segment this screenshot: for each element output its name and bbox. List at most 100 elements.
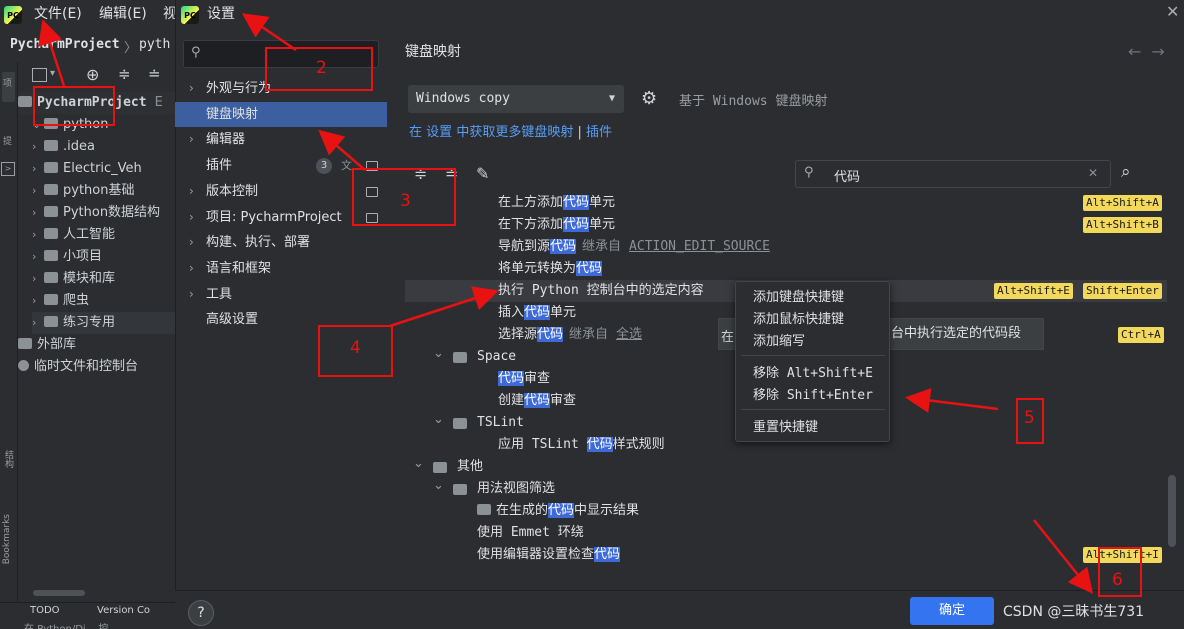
gear-icon[interactable]: ⚙ bbox=[641, 88, 657, 109]
forward-arrow-icon[interactable]: → bbox=[1151, 42, 1174, 61]
tree-item[interactable]: › 模块和库 bbox=[32, 268, 115, 290]
search-hit: 代码 bbox=[550, 239, 577, 254]
strip-label-structure[interactable]: 结构 bbox=[2, 450, 15, 468]
chevron-right-icon[interactable]: › bbox=[32, 312, 44, 334]
search-hit: 代码 bbox=[586, 437, 613, 452]
annotation-label-3: 3 bbox=[400, 191, 411, 211]
breadcrumb-separator: 〉 bbox=[124, 41, 138, 56]
menu-file[interactable]: 文件(E) bbox=[34, 3, 82, 23]
action-group[interactable]: ⌄ 其他 bbox=[405, 456, 1167, 478]
terminal-icon[interactable]: > bbox=[1, 162, 15, 176]
collapse-all-icon[interactable]: ≐ bbox=[148, 65, 161, 83]
tree-item[interactable]: › Electric_Veh bbox=[32, 158, 142, 180]
search-hit: 代码 bbox=[524, 305, 551, 320]
settings-nav-label: 外观与行为 bbox=[206, 81, 272, 96]
action-row[interactable]: 使用 Emmet 环绕 bbox=[405, 522, 1167, 544]
horizontal-scrollbar[interactable] bbox=[33, 590, 85, 596]
settings-nav-label: 语言和框架 bbox=[206, 260, 272, 276]
tree-item-label: 临时文件和控制台 bbox=[34, 359, 139, 374]
chevron-right-icon[interactable]: › bbox=[32, 268, 44, 290]
chevron-right-icon[interactable]: › bbox=[32, 180, 44, 202]
chevron-right-icon[interactable]: › bbox=[32, 246, 44, 268]
context-menu-item[interactable]: 添加鼠标快捷键 bbox=[753, 308, 844, 327]
settings-nav-item[interactable]: 键盘映射 bbox=[175, 101, 387, 127]
chevron-right-icon: › bbox=[189, 132, 194, 147]
action-label: 插入代码单元 bbox=[498, 302, 576, 324]
help-button[interactable]: ? bbox=[188, 600, 214, 626]
action-label-pre: 插入 bbox=[498, 305, 525, 320]
settings-link[interactable]: 设置 bbox=[426, 125, 452, 140]
action-label-pre: 将单元转换为 bbox=[498, 261, 577, 276]
close-icon[interactable]: ✕ bbox=[1166, 2, 1179, 21]
tree-item[interactable]: › 人工智能 bbox=[32, 224, 115, 246]
todo-tab[interactable]: TODO bbox=[30, 605, 60, 616]
clear-search-icon[interactable]: ✕ bbox=[1088, 166, 1098, 180]
tooltip-left-text: 在 bbox=[721, 330, 735, 345]
context-menu-item[interactable]: 添加键盘快捷键 bbox=[753, 286, 844, 305]
action-label-pre: 在上方添加 bbox=[498, 195, 564, 210]
inherited-action-link[interactable]: 全选 bbox=[616, 327, 642, 342]
strip-label-commit: 提 bbox=[3, 137, 13, 147]
strip-label-bookmarks[interactable]: Bookmarks bbox=[2, 514, 12, 564]
chevron-down-icon: ⌄ bbox=[433, 478, 444, 493]
chevron-right-icon[interactable]: › bbox=[32, 202, 44, 224]
keymap-select[interactable]: Windows copy ▼ bbox=[408, 85, 624, 113]
action-row[interactable]: 导航到源代码 继承自 ACTION_EDIT_SOURCE bbox=[405, 236, 1167, 258]
tree-item[interactable]: 外部库 bbox=[18, 334, 76, 356]
breadcrumb: PycharmProject 〉 pyth bbox=[0, 32, 175, 60]
tree-item[interactable]: › 爬虫 bbox=[32, 290, 89, 312]
project-view-icon[interactable] bbox=[32, 68, 47, 82]
menu-edit[interactable]: 编辑(E) bbox=[99, 3, 147, 23]
plugins-link[interactable]: 插件 bbox=[586, 125, 612, 140]
settings-nav-label: 构建、执行、部署 bbox=[206, 235, 311, 251]
breadcrumb-project[interactable]: PycharmProject bbox=[10, 37, 120, 52]
tree-item[interactable]: › Python数据结构 bbox=[32, 202, 160, 224]
chevron-right-icon[interactable]: › bbox=[32, 224, 44, 246]
action-row[interactable]: 在生成的代码中显示结果 bbox=[405, 500, 1167, 522]
action-row[interactable]: 在上方添加代码单元 Alt+Shift+A bbox=[405, 192, 1167, 214]
tree-item[interactable]: › 练习专用 bbox=[32, 312, 175, 334]
settings-nav-item[interactable]: › 语言和框架 bbox=[175, 256, 387, 281]
action-label: 在下方添加代码单元 bbox=[498, 214, 615, 236]
edit-pencil-icon[interactable]: ✎ bbox=[476, 164, 489, 183]
chevron-right-icon[interactable]: › bbox=[32, 158, 44, 180]
version-control-tab[interactable]: Version Co bbox=[97, 605, 150, 616]
action-label-pre: 导航到源 bbox=[498, 239, 551, 254]
locate-icon[interactable]: ⊕ bbox=[86, 65, 99, 84]
action-row[interactable]: 使用编辑器设置检查代码 Alt+Shift+I bbox=[405, 544, 1167, 564]
chevron-right-icon[interactable]: › bbox=[32, 290, 44, 312]
tree-item[interactable]: 临时文件和控制台 bbox=[18, 356, 138, 378]
tree-item[interactable]: › .idea bbox=[32, 136, 95, 158]
context-menu-item[interactable]: 重置快捷键 bbox=[753, 416, 818, 435]
tree-item[interactable]: › 小项目 bbox=[32, 246, 102, 268]
inherited-action-link[interactable]: ACTION_EDIT_SOURCE bbox=[629, 239, 770, 254]
ok-button[interactable]: 确定 bbox=[910, 597, 994, 625]
tree-item[interactable]: › python基础 bbox=[32, 180, 134, 202]
context-menu-item[interactable]: 添加缩写 bbox=[753, 330, 805, 349]
breadcrumb-folder[interactable]: pyth bbox=[139, 37, 170, 52]
action-row[interactable]: 将单元转换为代码 bbox=[405, 258, 1167, 280]
chevron-right-icon[interactable]: › bbox=[32, 136, 44, 158]
strip-label-project: 项 bbox=[3, 79, 13, 89]
search-hit: 代码 bbox=[524, 393, 551, 408]
settings-nav-item[interactable]: › 工具 bbox=[175, 282, 387, 307]
vertical-scrollbar[interactable] bbox=[1168, 475, 1176, 547]
action-group[interactable]: ⌄ 用法视图筛选 bbox=[405, 478, 1167, 500]
expand-all-icon[interactable]: ≑ bbox=[118, 65, 131, 83]
back-arrow-icon[interactable]: ← bbox=[1128, 42, 1151, 61]
action-label: 使用编辑器设置检查代码 bbox=[477, 544, 621, 564]
settings-nav-item[interactable]: › 编辑器 bbox=[175, 127, 387, 152]
ide-bottom-toolbar: TODO Version Co 在 Python/Di... 控 bbox=[0, 602, 175, 629]
settings-nav-item[interactable]: › 构建、执行、部署 bbox=[175, 230, 387, 255]
chevron-down-icon[interactable]: ▾ bbox=[50, 68, 55, 79]
settings-nav-label: 键盘映射 bbox=[206, 106, 259, 122]
based-on-text: 基于 Windows 键盘映射 bbox=[679, 94, 828, 109]
find-by-shortcut-icon[interactable]: ⌕ bbox=[1121, 162, 1131, 182]
action-search-input[interactable]: ⚲ 代码 ✕ bbox=[795, 160, 1111, 188]
context-menu-item[interactable]: 移除 Alt+Shift+E bbox=[753, 362, 873, 381]
action-label: 导航到源代码 继承自 ACTION_EDIT_SOURCE bbox=[498, 236, 770, 258]
action-row[interactable]: 在下方添加代码单元 Alt+Shift+B bbox=[405, 214, 1167, 236]
annotation-box-1 bbox=[33, 86, 115, 126]
tree-item-label: Electric_Veh bbox=[63, 161, 142, 176]
context-menu-item[interactable]: 移除 Shift+Enter bbox=[753, 384, 873, 403]
